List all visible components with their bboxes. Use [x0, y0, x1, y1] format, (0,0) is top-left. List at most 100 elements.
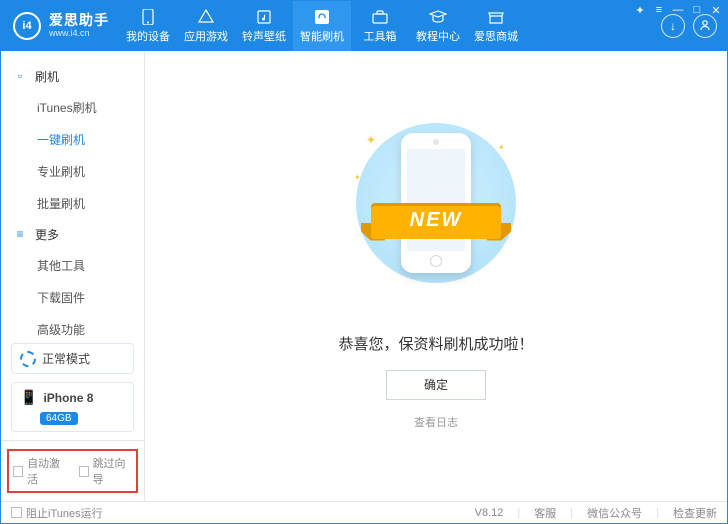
tab-label: 智能刷机 — [300, 28, 344, 44]
tab-label: 工具箱 — [364, 28, 397, 44]
checkbox-label: 跳过向导 — [93, 455, 132, 487]
brand-title: 爱思助手 — [49, 13, 109, 28]
highlighted-options: 自动激活 跳过向导 — [7, 449, 138, 493]
skip-wizard-checkbox[interactable]: 跳过向导 — [79, 455, 133, 487]
download-icon: ↓ — [670, 19, 676, 33]
checkbox-icon — [11, 507, 22, 518]
tab-label: 爱思商城 — [474, 28, 518, 44]
tab-label: 应用游戏 — [184, 28, 228, 44]
success-illustration: ✦ ✦ ✦ NEW — [346, 113, 526, 313]
tutorial-icon — [429, 9, 447, 25]
user-icon — [699, 19, 711, 34]
sidebar-group-more: ≡ 更多 — [1, 219, 144, 249]
ok-button[interactable]: 确定 — [386, 370, 486, 400]
success-message: 恭喜您，保资料刷机成功啦！ — [338, 333, 533, 354]
ribbon-text: NEW — [371, 203, 501, 239]
sidebar-item-label: 专业刷机 — [37, 163, 85, 180]
user-button[interactable] — [693, 14, 717, 38]
flash-group-icon: ▫ — [13, 69, 27, 83]
sidebar: ▫ 刷机 iTunes刷机 一键刷机 专业刷机 批量刷机 ≡ 更多 其他工具 下… — [1, 51, 145, 501]
separator: | — [570, 507, 573, 519]
brand-logo-icon: i4 — [13, 12, 41, 40]
wechat-link[interactable]: 微信公众号 — [587, 505, 642, 521]
sidebar-item-label: 一键刷机 — [37, 131, 85, 148]
device-storage-badge: 64GB — [40, 412, 78, 425]
menu-icon: ≡ — [656, 4, 662, 16]
sidebar-item-other-tools[interactable]: 其他工具 — [1, 249, 144, 281]
sidebar-item-pro-flash[interactable]: 专业刷机 — [1, 155, 144, 187]
toolbox-icon — [371, 9, 389, 25]
sidebar-item-batch-flash[interactable]: 批量刷机 — [1, 187, 144, 219]
close-button[interactable]: ✕ — [710, 4, 722, 16]
sidebar-bottom-options: 自动激活 跳过向导 — [1, 440, 144, 501]
app-header: i4 爱思助手 www.i4.cn 我的设备 应用游戏 铃声壁纸 智能刷机 工具… — [1, 1, 727, 51]
check-update-link[interactable]: 检查更新 — [673, 505, 717, 521]
device-phone-icon: 📱 — [20, 389, 37, 406]
tab-tutorials[interactable]: 教程中心 — [409, 1, 467, 51]
view-log-link[interactable]: 查看日志 — [414, 414, 458, 430]
separator: | — [656, 507, 659, 519]
tab-apps-games[interactable]: 应用游戏 — [177, 1, 235, 51]
checkbox-icon — [13, 466, 23, 477]
sidebar-item-download-firmware[interactable]: 下载固件 — [1, 281, 144, 313]
minimize-icon: — — [673, 4, 684, 16]
apps-icon — [197, 9, 215, 25]
tab-toolbox[interactable]: 工具箱 — [351, 1, 409, 51]
tab-store[interactable]: 爱思商城 — [467, 1, 525, 51]
sidebar-item-label: 批量刷机 — [37, 195, 85, 212]
sidebar-item-label: 其他工具 — [37, 257, 85, 274]
phone-icon — [139, 9, 157, 25]
more-group-icon: ≡ — [13, 227, 27, 241]
tab-label: 教程中心 — [416, 28, 460, 44]
close-icon: ✕ — [711, 4, 720, 17]
device-card[interactable]: 📱 iPhone 8 64GB — [11, 382, 134, 432]
brand-text: 爱思助手 www.i4.cn — [49, 13, 109, 38]
sidebar-item-itunes-flash[interactable]: iTunes刷机 — [1, 91, 144, 123]
sparkle-icon: ✦ — [498, 143, 506, 151]
sidebar-item-label: iTunes刷机 — [37, 99, 97, 116]
sidebar-group-title: 更多 — [35, 226, 59, 243]
checkbox-label: 自动激活 — [27, 455, 66, 487]
version-label: V8.12 — [475, 507, 504, 519]
device-mode-label: 正常模式 — [42, 350, 90, 367]
main-tabs: 我的设备 应用游戏 铃声壁纸 智能刷机 工具箱 教程中心 爱思商城 — [119, 1, 525, 51]
support-link[interactable]: 客服 — [534, 505, 556, 521]
sparkle-icon: ✦ — [354, 173, 362, 181]
minimize-button[interactable]: — — [672, 4, 684, 16]
sidebar-item-label: 高级功能 — [37, 321, 85, 338]
brand-subtitle: www.i4.cn — [49, 29, 109, 39]
music-icon — [255, 9, 273, 25]
mode-spinner-icon — [20, 351, 36, 367]
status-bar: 阻止iTunes运行 V8.12 | 客服 | 微信公众号 | 检查更新 — [1, 501, 727, 523]
gift-button[interactable]: ✦ — [634, 4, 646, 16]
tab-my-device[interactable]: 我的设备 — [119, 1, 177, 51]
device-name: iPhone 8 — [43, 391, 93, 405]
device-mode-card: 正常模式 — [11, 343, 134, 374]
sidebar-item-oneclick-flash[interactable]: 一键刷机 — [1, 123, 144, 155]
flash-icon — [313, 9, 331, 25]
sidebar-group-title: 刷机 — [35, 68, 59, 85]
new-ribbon: NEW — [361, 203, 511, 247]
sparkle-icon: ✦ — [366, 133, 374, 141]
window-controls: ✦ ≡ — □ ✕ — [634, 0, 728, 16]
tab-label: 我的设备 — [126, 28, 170, 44]
download-button[interactable]: ↓ — [661, 14, 685, 38]
tab-ringtones-wallpapers[interactable]: 铃声壁纸 — [235, 1, 293, 51]
menu-button[interactable]: ≡ — [653, 4, 665, 16]
store-icon — [487, 9, 505, 25]
checkbox-icon — [79, 466, 89, 477]
tab-label: 铃声壁纸 — [242, 28, 286, 44]
sidebar-item-advanced[interactable]: 高级功能 — [1, 313, 144, 343]
tab-smart-flash[interactable]: 智能刷机 — [293, 1, 351, 51]
separator: | — [517, 507, 520, 519]
sidebar-item-label: 下载固件 — [37, 289, 85, 306]
header-circle-buttons: ↓ — [661, 14, 727, 38]
maximize-button[interactable]: □ — [691, 4, 703, 16]
main-content: ✦ ✦ ✦ NEW 恭喜您，保资料刷机成功啦！ 确定 查看日志 — [145, 51, 727, 501]
sidebar-group-flash: ▫ 刷机 — [1, 61, 144, 91]
auto-activate-checkbox[interactable]: 自动激活 — [13, 455, 67, 487]
maximize-icon: □ — [694, 4, 701, 16]
brand: i4 爱思助手 www.i4.cn — [1, 1, 119, 51]
block-itunes-checkbox[interactable]: 阻止iTunes运行 — [11, 505, 103, 521]
checkbox-label: 阻止iTunes运行 — [26, 505, 103, 521]
